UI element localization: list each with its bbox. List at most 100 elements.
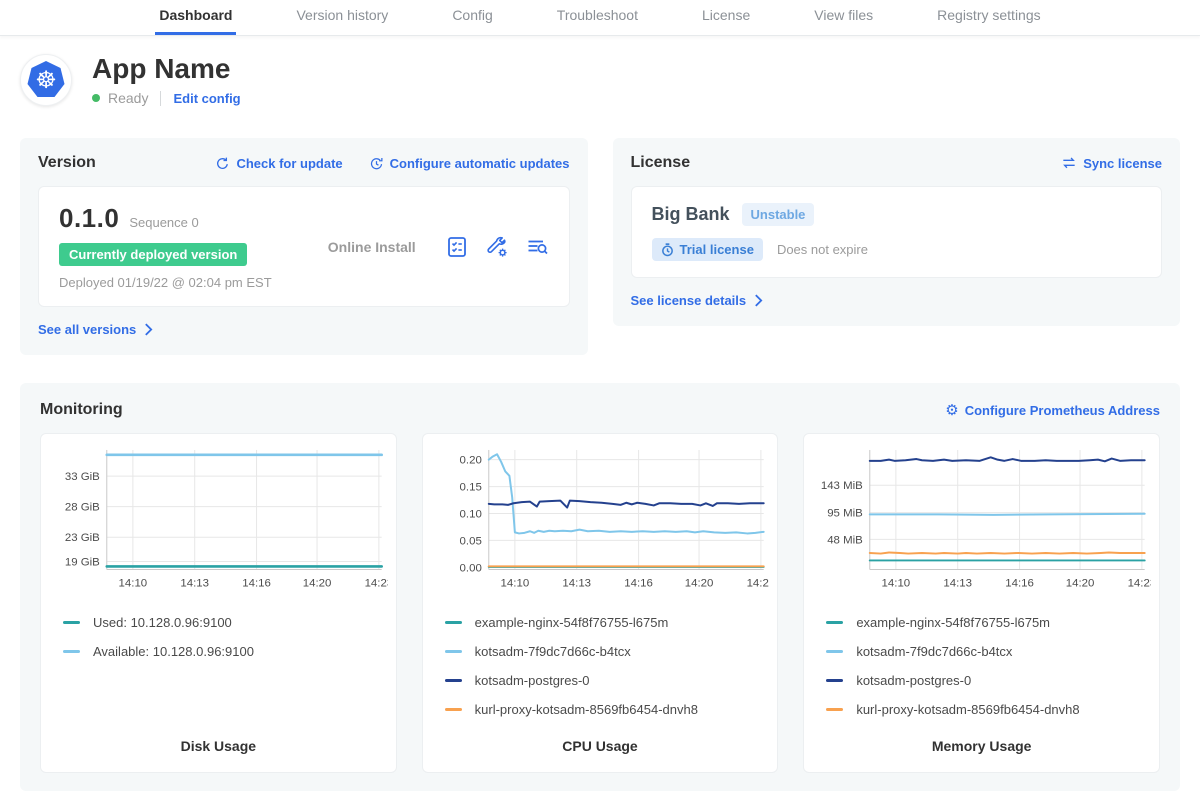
version-number: 0.1.0 [59,203,119,234]
sync-arrows-icon [1061,156,1077,170]
svg-text:14:16: 14:16 [1006,577,1035,589]
edit-config-link[interactable]: Edit config [173,91,240,106]
divider [160,91,161,106]
legend-color-dash [826,708,843,711]
svg-text:14:23: 14:23 [365,577,388,589]
tab-version-history[interactable]: Version history [292,0,392,35]
top-nav: Dashboard Version history Config Troublesho… [0,0,1200,36]
refresh-icon [215,156,230,171]
license-expiry: Does not expire [777,242,868,257]
configure-auto-updates-link[interactable]: Configure automatic updates [369,156,570,171]
legend-color-dash [445,650,462,653]
license-card: License Sync license Big Bank Unstable T… [613,138,1181,326]
tab-dashboard[interactable]: Dashboard [155,0,236,35]
see-license-details-link[interactable]: See license details [631,293,764,308]
see-all-versions-link[interactable]: See all versions [38,322,153,337]
channel-badge: Unstable [742,203,815,226]
preflight-checks-button[interactable] [445,235,469,259]
check-for-update-link[interactable]: Check for update [215,156,342,171]
svg-text:23 GiB: 23 GiB [65,532,100,544]
app-header: ☸ App Name Ready Edit config [20,54,1180,106]
svg-text:0.10: 0.10 [459,509,481,521]
svg-text:14:10: 14:10 [882,577,911,589]
configure-prometheus-link[interactable]: ⚙ Configure Prometheus Address [945,403,1160,418]
version-card-title: Version [38,154,96,172]
status-dot [92,94,100,102]
legend-label: kotsadm-7f9dc7d66c-b4tcx [856,644,1012,659]
svg-text:0.20: 0.20 [459,455,481,467]
chevron-right-icon [144,323,153,336]
chart-title: Disk Usage [49,738,388,758]
legend-label: kotsadm-7f9dc7d66c-b4tcx [475,644,631,659]
cpu-usage-chart-card: 14:1014:1314:1614:2014:230.200.150.100.0… [422,433,779,773]
legend-item: kurl-proxy-kotsadm-8569fb6454-dnvh8 [445,702,770,717]
monitoring-title: Monitoring [40,401,123,419]
legend-label: Available: 10.128.0.96:9100 [93,644,254,659]
svg-text:0.05: 0.05 [459,535,481,547]
status-badge: Ready [108,90,148,106]
svg-text:0.00: 0.00 [459,562,481,574]
tab-config[interactable]: Config [448,0,496,35]
svg-text:☸: ☸ [35,66,57,94]
disk-usage-chart: 14:1014:1314:1614:2014:2333 GiB28 GiB23 … [49,444,388,601]
legend-color-dash [826,650,843,653]
svg-text:14:20: 14:20 [1066,577,1095,589]
svg-text:19 GiB: 19 GiB [65,557,100,569]
deployed-timestamp: Deployed 01/19/22 @ 02:04 pm EST [59,275,299,290]
legend-label: example-nginx-54f8f76755-l675m [856,615,1050,630]
legend-color-dash [826,679,843,682]
svg-text:14:16: 14:16 [242,577,271,589]
svg-text:14:23: 14:23 [746,577,769,589]
clock-refresh-icon [369,156,384,171]
svg-text:28 GiB: 28 GiB [65,502,100,514]
svg-text:143 MiB: 143 MiB [821,480,863,492]
version-card: Version Check for update Configure autom… [20,138,588,355]
version-sequence: Sequence 0 [129,215,198,230]
logs-search-icon [525,235,549,259]
svg-text:14:13: 14:13 [180,577,209,589]
app-logo: ☸ [20,54,72,106]
tab-registry-settings[interactable]: Registry settings [933,0,1044,35]
legend-item: example-nginx-54f8f76755-l675m [445,615,770,630]
legend-item: kotsadm-postgres-0 [445,673,770,688]
disk-usage-legend: Used: 10.128.0.96:9100 Available: 10.128.… [49,615,388,673]
svg-text:95 MiB: 95 MiB [828,508,864,520]
kubernetes-icon: ☸ [24,58,68,102]
view-deploy-logs-button[interactable] [525,235,549,259]
license-customer-name: Big Bank [652,204,730,225]
memory-usage-chart-card: 14:1014:1314:1614:2014:23143 MiB95 MiB48… [803,433,1160,773]
svg-text:14:10: 14:10 [500,577,529,589]
legend-label: example-nginx-54f8f76755-l675m [475,615,669,630]
sync-license-link[interactable]: Sync license [1061,156,1162,171]
disk-usage-chart-card: 14:1014:1314:1614:2014:2333 GiB28 GiB23 … [40,433,397,773]
legend-color-dash [63,621,80,624]
legend-item: Used: 10.128.0.96:9100 [63,615,388,630]
legend-color-dash [826,621,843,624]
cpu-usage-chart: 14:1014:1314:1614:2014:230.200.150.100.0… [431,444,770,601]
license-card-title: License [631,154,691,172]
tab-view-files[interactable]: View files [810,0,877,35]
svg-text:14:16: 14:16 [624,577,653,589]
memory-usage-chart: 14:1014:1314:1614:2014:23143 MiB95 MiB48… [812,444,1151,601]
legend-color-dash [445,679,462,682]
legend-label: kurl-proxy-kotsadm-8569fb6454-dnvh8 [475,702,698,717]
legend-item: Available: 10.128.0.96:9100 [63,644,388,659]
legend-item: kotsadm-postgres-0 [826,673,1151,688]
legend-color-dash [445,621,462,624]
stopwatch-icon [661,243,674,257]
legend-color-dash [63,650,80,653]
svg-text:14:20: 14:20 [303,577,332,589]
chevron-right-icon [754,294,763,307]
wrench-gear-icon [485,235,509,259]
legend-item: kurl-proxy-kotsadm-8569fb6454-dnvh8 [826,702,1151,717]
edit-config-values-button[interactable] [485,235,509,259]
svg-text:0.15: 0.15 [459,482,481,494]
install-type-label: Online Install [299,239,445,255]
deployed-badge: Currently deployed version [59,243,247,266]
trial-license-badge: Trial license [652,238,763,261]
tab-troubleshoot[interactable]: Troubleshoot [553,0,642,35]
tab-license[interactable]: License [698,0,754,35]
monitoring-section: Monitoring ⚙ Configure Prometheus Addres… [20,383,1180,791]
chart-title: Memory Usage [812,738,1151,758]
svg-text:14:13: 14:13 [944,577,973,589]
